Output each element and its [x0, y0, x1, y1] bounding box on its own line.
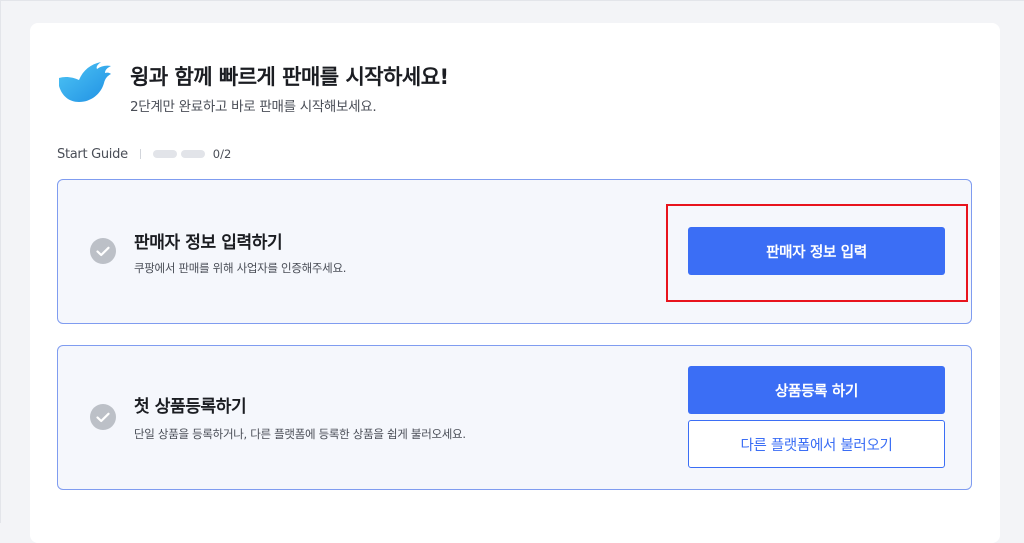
progress-bar [152, 150, 205, 158]
page-subtitle: 2단계만 완료하고 바로 판매를 시작해보세요. [130, 99, 377, 115]
wing-logo-icon [59, 62, 111, 102]
divider [139, 149, 141, 159]
start-guide-progress: Start Guide 0/2 [57, 144, 231, 164]
step-title: 판매자 정보 입력하기 [134, 233, 283, 253]
enter-seller-info-button[interactable]: 판매자 정보 입력 [688, 227, 945, 275]
progress-count: 0/2 [212, 147, 232, 161]
import-from-other-platform-button[interactable]: 다른 플랫폼에서 불러오기 [688, 420, 945, 468]
start-guide-label: Start Guide [57, 146, 128, 162]
start-guide-card: 윙과 함께 빠르게 판매를 시작하세요! 2단계만 완료하고 바로 판매를 시작… [30, 23, 1000, 543]
step-seller-info: 판매자 정보 입력하기 쿠팡에서 판매를 위해 사업자를 인증해주세요. 판매자… [57, 179, 972, 324]
check-circle-icon [90, 404, 116, 430]
step-title: 첫 상품등록하기 [134, 397, 247, 417]
step-first-product: 첫 상품등록하기 단일 상품을 등록하거나, 다른 플랫폼에 등록한 상품을 쉽… [57, 345, 972, 490]
check-icon [96, 412, 110, 422]
step-description: 쿠팡에서 판매를 위해 사업자를 인증해주세요. [134, 261, 347, 275]
page-title: 윙과 함께 빠르게 판매를 시작하세요! [130, 65, 449, 89]
progress-segment [152, 150, 177, 158]
check-circle-icon [90, 238, 116, 264]
check-icon [96, 246, 110, 256]
register-product-button[interactable]: 상품등록 하기 [688, 366, 945, 414]
step-description: 단일 상품을 등록하거나, 다른 플랫폼에 등록한 상품을 쉽게 불러오세요. [134, 427, 466, 441]
progress-segment [180, 150, 205, 158]
